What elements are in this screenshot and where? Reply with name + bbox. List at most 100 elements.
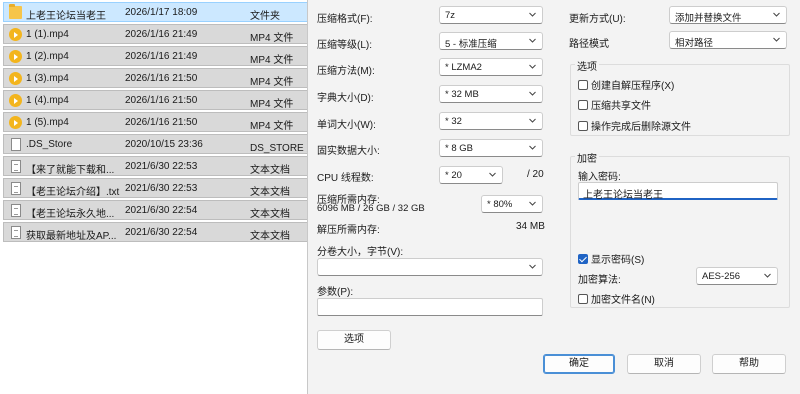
folder-icon — [9, 4, 22, 19]
file-type: MP4 文件 — [250, 33, 294, 44]
blank-file-icon — [11, 138, 21, 151]
delete-after-checkbox[interactable]: 操作完成后删除源文件 — [578, 118, 691, 133]
chevron-down-icon — [764, 272, 771, 279]
file-name: 上老王论坛当老王 — [26, 11, 106, 22]
update-mode-value: 添加并替换文件 — [675, 13, 742, 24]
video-file-icon — [9, 116, 22, 129]
options-button[interactable]: 选项 — [317, 330, 391, 350]
solid-size-select[interactable]: * 8 GB — [439, 139, 543, 157]
create-sfx-label: 创建自解压程序(X) — [591, 81, 675, 92]
file-date: 2021/6/30 22:53 — [125, 161, 198, 172]
chevron-down-icon — [773, 36, 780, 43]
encryption-method-select[interactable]: AES-256 — [696, 267, 778, 285]
format-label: 压缩格式(F): — [317, 14, 373, 25]
dict-size-select[interactable]: * 32 MB — [439, 85, 543, 103]
file-date: 2021/6/30 22:54 — [125, 205, 198, 216]
encrypt-names-checkbox[interactable]: 加密文件名(N) — [578, 291, 655, 306]
chevron-down-icon — [529, 263, 536, 270]
level-value: 5 - 标准压缩 — [445, 39, 497, 50]
params-input[interactable] — [317, 298, 543, 316]
file-date: 2026/1/17 18:09 — [125, 7, 198, 18]
dict-size-value: * 32 MB — [445, 89, 479, 100]
file-row[interactable]: 上老王论坛当老王 2026/1/17 18:09 文件夹 — [3, 2, 308, 22]
file-name: 1 (3).mp4 — [26, 73, 69, 84]
video-file-icon — [9, 94, 22, 107]
file-date: 2026/1/16 21:49 — [125, 29, 198, 40]
file-row[interactable]: 1 (2).mp4 2026/1/16 21:49 MP4 文件 — [3, 46, 308, 66]
path-mode-label: 路径模式 — [569, 39, 609, 50]
file-type: 文本文档 — [250, 165, 290, 176]
video-file-icon — [9, 50, 22, 63]
file-name: 1 (1).mp4 — [26, 29, 69, 40]
path-mode-value: 相对路径 — [675, 38, 714, 49]
mem-usage-select[interactable]: * 80% — [481, 195, 543, 213]
mem-usage-value: * 80% — [487, 199, 513, 210]
text-file-icon — [11, 226, 21, 239]
mem-decompress-label: 解压所需内存: — [317, 225, 380, 236]
path-mode-select[interactable]: 相对路径 — [669, 31, 787, 49]
file-date: 2026/1/16 21:50 — [125, 117, 198, 128]
level-select[interactable]: 5 - 标准压缩 — [439, 32, 543, 50]
file-row[interactable]: 1 (3).mp4 2026/1/16 21:50 MP4 文件 — [3, 68, 308, 88]
format-value: 7z — [445, 10, 456, 21]
method-value: * LZMA2 — [445, 62, 482, 73]
file-row[interactable]: 1 (5).mp4 2026/1/16 21:50 MP4 文件 — [3, 112, 308, 132]
show-password-label: 显示密码(S) — [591, 255, 645, 266]
file-row[interactable]: 【老王论坛介绍】.txt 2021/6/30 22:53 文本文档 — [3, 178, 308, 198]
file-row[interactable]: 【老王论坛永久地... 2021/6/30 22:54 文本文档 — [3, 200, 308, 220]
word-size-label: 单词大小(W): — [317, 120, 376, 131]
video-file-icon — [9, 72, 22, 85]
cpu-threads-select[interactable]: * 20 — [439, 166, 503, 184]
file-row[interactable]: 1 (1).mp4 2026/1/16 21:49 MP4 文件 — [3, 24, 308, 44]
encryption-group-title: 加密 — [575, 150, 599, 165]
split-size-label: 分卷大小，字节(V): — [317, 247, 404, 258]
word-size-select[interactable]: * 32 — [439, 112, 543, 130]
chevron-down-icon — [529, 200, 536, 207]
file-date: 2026/1/16 21:50 — [125, 95, 198, 106]
method-label: 压缩方法(M): — [317, 66, 375, 77]
file-row[interactable]: 【来了就能下载和... 2021/6/30 22:53 文本文档 — [3, 156, 308, 176]
cpu-threads-max: / 20 — [527, 169, 544, 180]
show-password-checkbox[interactable]: 显示密码(S) — [578, 251, 644, 266]
file-name: 【来了就能下载和... — [26, 165, 115, 176]
compress-shared-checkbox[interactable]: 压缩共享文件 — [578, 97, 651, 112]
file-date: 2020/10/15 23:36 — [125, 139, 203, 150]
file-type: MP4 文件 — [250, 55, 294, 66]
file-row[interactable]: 获取最新地址及AP... 2021/6/30 22:54 文本文档 — [3, 222, 308, 242]
create-sfx-checkbox[interactable]: 创建自解压程序(X) — [578, 77, 674, 92]
file-name: 1 (4).mp4 — [26, 95, 69, 106]
mem-compress-detail: 6096 MB / 26 GB / 32 GB — [317, 203, 425, 214]
file-date: 2021/6/30 22:54 — [125, 227, 198, 238]
text-file-icon — [11, 204, 21, 217]
split-size-select[interactable] — [317, 258, 543, 276]
update-mode-select[interactable]: 添加并替换文件 — [669, 6, 787, 24]
checkbox-box — [578, 79, 588, 90]
encryption-method-label: 加密算法: — [578, 275, 621, 286]
level-label: 压缩等级(L): — [317, 40, 372, 51]
format-select[interactable]: 7z — [439, 6, 543, 24]
checkbox-box — [578, 253, 588, 264]
add-to-archive-dialog: 压缩格式(F): 7z 压缩等级(L): 5 - 标准压缩 压缩方法(M): *… — [307, 0, 800, 394]
method-select[interactable]: * LZMA2 — [439, 58, 543, 76]
cpu-threads-value: * 20 — [445, 170, 462, 181]
ok-button[interactable]: 确定 — [543, 354, 615, 374]
mem-decompress-value: 34 MB — [516, 221, 545, 232]
text-file-icon — [11, 160, 21, 173]
cancel-button[interactable]: 取消 — [627, 354, 701, 374]
options-group-title: 选项 — [575, 58, 599, 73]
file-row[interactable]: 1 (4).mp4 2026/1/16 21:50 MP4 文件 — [3, 90, 308, 110]
text-file-icon — [11, 182, 21, 195]
file-row[interactable]: .DS_Store 2020/10/15 23:36 DS_STORE 文 — [3, 134, 308, 154]
chevron-down-icon — [529, 90, 536, 97]
help-button[interactable]: 帮助 — [712, 354, 786, 374]
file-date: 2021/6/30 22:53 — [125, 183, 198, 194]
password-input[interactable]: 上老王论坛当老王 — [578, 182, 778, 201]
file-date: 2026/1/16 21:49 — [125, 51, 198, 62]
chevron-down-icon — [529, 37, 536, 44]
file-name: 获取最新地址及AP... — [26, 231, 117, 242]
chevron-down-icon — [529, 11, 536, 18]
chevron-down-icon — [529, 117, 536, 124]
solid-size-value: * 8 GB — [445, 143, 473, 154]
solid-size-label: 固实数据大小: — [317, 146, 380, 157]
checkbox-box — [578, 120, 588, 131]
